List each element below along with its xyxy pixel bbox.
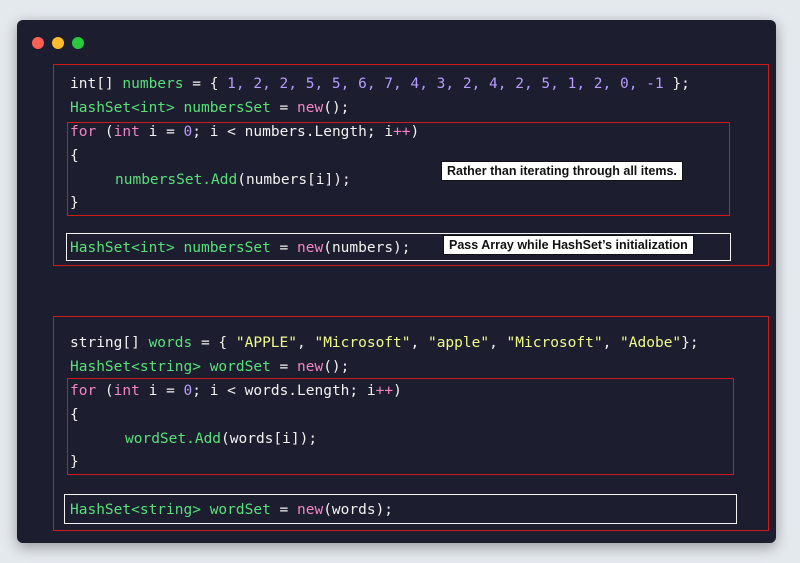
variable-name: numbers	[122, 76, 184, 92]
generic-type: HashSet<string>	[70, 359, 201, 375]
statement-end: };	[681, 335, 699, 351]
generic-type: HashSet<int>	[70, 100, 175, 116]
for-loop-header: for (int i = 0; i < numbers.Length; i++)	[70, 123, 419, 141]
add-call: wordSet.Add	[125, 431, 222, 447]
new-keyword: new	[297, 502, 324, 518]
variable-name: numbersSet	[183, 100, 271, 116]
loop-annotation: Rather than iterating through all items.	[441, 161, 683, 181]
paren-close: )	[410, 124, 420, 140]
loop-condition: ; i < words.Length; i	[192, 383, 376, 399]
variable-name: words	[148, 335, 193, 351]
increment-operator: ++	[375, 383, 394, 399]
loop-start-value: 0	[183, 383, 193, 399]
paren-open: (	[96, 124, 114, 140]
new-keyword: new	[297, 359, 324, 375]
for-loop-header: for (int i = 0; i < words.Length; i++)	[70, 382, 402, 400]
assign-operator: = {	[192, 335, 236, 351]
numbers-array-declaration: int[] numbers = { 1, 2, 2, 5, 5, 6, 7, 4…	[70, 75, 690, 93]
string-literal: "Adobe"	[620, 335, 682, 351]
loop-brace-close: }	[70, 195, 79, 211]
type-keyword: string[]	[70, 335, 140, 351]
int-keyword: int	[113, 383, 140, 399]
for-keyword: for	[70, 383, 97, 399]
string-literal: "Microsoft"	[314, 335, 411, 351]
word-set-declaration: HashSet<string> wordSet = new();	[70, 358, 349, 376]
code-window: int[] numbers = { 1, 2, 2, 5, 5, 6, 7, 4…	[17, 20, 776, 543]
close-dot-icon[interactable]	[32, 37, 44, 49]
paren-open: (	[96, 383, 114, 399]
word-set-initializer: HashSet<string> wordSet = new(words);	[70, 501, 393, 519]
new-keyword: new	[297, 100, 324, 116]
type-keyword: int[]	[70, 76, 114, 92]
assign-operator: =	[270, 359, 297, 375]
numbers-set-declaration: HashSet<int> numbersSet = new();	[70, 99, 349, 117]
loop-condition: ; i < numbers.Length; i	[192, 124, 394, 140]
add-arguments: (words[i]);	[221, 431, 318, 447]
loop-body: wordSet.Add(words[i]);	[125, 430, 317, 448]
assign-operator: =	[270, 240, 298, 256]
variable-name: wordSet	[209, 502, 271, 518]
initializer-annotation: Pass Array while HashSet’s initializatio…	[443, 235, 694, 255]
new-keyword: new	[297, 240, 324, 256]
loop-init: i =	[139, 124, 184, 140]
array-values: 1, 2, 2, 5, 5, 6, 7, 4, 3, 2, 4, 2, 5, 1…	[227, 76, 664, 92]
generic-type: HashSet<int>	[70, 240, 175, 256]
separator: ,	[297, 335, 315, 351]
increment-operator: ++	[393, 124, 411, 140]
separator: ,	[410, 335, 428, 351]
add-arguments: (numbers[i]);	[237, 172, 351, 188]
add-call: numbersSet.Add	[115, 172, 238, 188]
minimize-dot-icon[interactable]	[52, 37, 64, 49]
loop-brace-open: {	[70, 407, 79, 423]
loop-start-value: 0	[183, 124, 193, 140]
separator: ,	[602, 335, 621, 351]
loop-brace-open: {	[70, 148, 79, 164]
generic-type: HashSet<string>	[70, 502, 201, 518]
string-literal: "Microsoft"	[506, 335, 603, 351]
statement-end: };	[663, 76, 690, 92]
separator: ,	[489, 335, 507, 351]
variable-name: wordSet	[209, 359, 271, 375]
assign-operator: =	[270, 502, 297, 518]
numbers-set-initializer: HashSet<int> numbersSet = new(numbers);	[70, 239, 411, 257]
zoom-dot-icon[interactable]	[72, 37, 84, 49]
statement-end: ();	[323, 100, 350, 116]
constructor-args: (words);	[323, 502, 394, 518]
statement-end: ();	[323, 359, 350, 375]
loop-init: i =	[139, 383, 184, 399]
loop-brace-close: }	[70, 454, 79, 470]
string-literal: "APPLE"	[235, 335, 297, 351]
assign-operator: = {	[183, 76, 228, 92]
loop-body: numbersSet.Add(numbers[i]);	[115, 171, 351, 189]
paren-close: )	[393, 383, 402, 399]
constructor-args: (numbers);	[323, 240, 411, 256]
assign-operator: =	[270, 100, 298, 116]
variable-name: numbersSet	[183, 240, 271, 256]
int-keyword: int	[113, 124, 140, 140]
string-literal: "apple"	[427, 335, 490, 351]
words-array-declaration: string[] words = { "APPLE", "Microsoft",…	[70, 334, 699, 352]
for-keyword: for	[70, 124, 97, 140]
